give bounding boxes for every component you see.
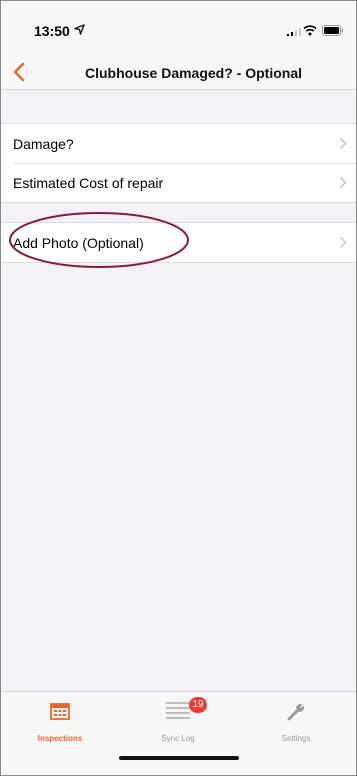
sync-count-badge: 19 xyxy=(189,697,207,713)
status-bar: 13:50 xyxy=(1,1,356,57)
signal-icon xyxy=(287,28,301,36)
row-add-photo[interactable]: Add Photo (Optional) xyxy=(1,223,356,262)
chevron-right-icon xyxy=(339,176,347,189)
home-indicator xyxy=(119,756,239,760)
location-arrow-icon xyxy=(74,24,85,35)
wifi-icon xyxy=(303,25,317,36)
calendar-icon xyxy=(50,703,70,720)
row-label: Add Photo (Optional) xyxy=(13,235,144,251)
phone-screen: 13:50 Clubhouse Damaged? - Optional Dama… xyxy=(0,0,357,776)
status-time: 13:50 xyxy=(34,23,70,39)
page-title: Clubhouse Damaged? - Optional xyxy=(84,65,302,81)
tab-label: Inspections xyxy=(37,734,83,743)
battery-icon xyxy=(322,25,343,36)
row-damage[interactable]: Damage? xyxy=(1,124,356,163)
tab-settings[interactable]: Settings xyxy=(237,692,355,748)
details-section: Damage? Estimated Cost of repair xyxy=(1,123,356,203)
tab-sync-log[interactable]: 19 Sync Log xyxy=(119,692,237,748)
tab-bar: Inspections 19 Sync Log Settings xyxy=(1,691,356,775)
wrench-icon xyxy=(287,704,304,721)
row-label: Damage? xyxy=(13,136,74,152)
chevron-right-icon xyxy=(339,137,347,150)
tab-inspections[interactable]: Inspections xyxy=(1,692,119,748)
navigation-bar: Clubhouse Damaged? - Optional xyxy=(1,57,356,90)
tab-label: Sync Log xyxy=(161,734,195,743)
tab-label: Settings xyxy=(281,734,311,743)
photo-section: Add Photo (Optional) xyxy=(1,222,356,263)
chevron-right-icon xyxy=(339,236,347,249)
row-estimated-cost[interactable]: Estimated Cost of repair xyxy=(1,163,356,202)
row-label: Estimated Cost of repair xyxy=(13,175,164,191)
